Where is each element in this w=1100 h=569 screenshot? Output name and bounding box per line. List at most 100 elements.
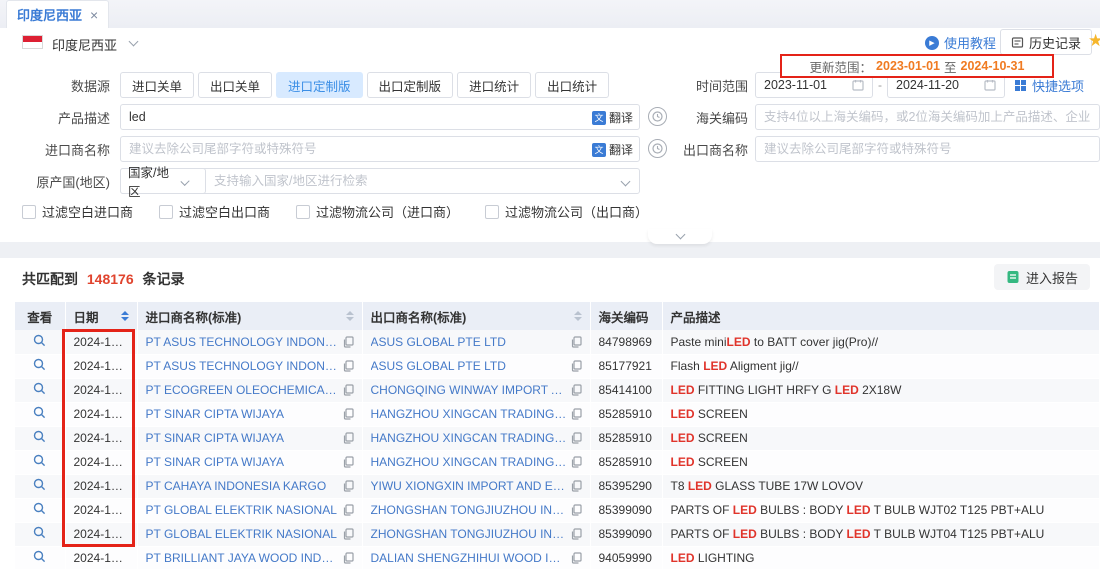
tab-import-custom[interactable]: 进口定制版 (276, 72, 363, 98)
header-view: 查看 (15, 302, 65, 330)
copy-icon[interactable] (343, 456, 354, 468)
sort-exporter-icon[interactable] (574, 311, 582, 321)
exporter-link[interactable]: DALIAN SHENGZHIHUI WOOD INDUST... (371, 551, 567, 565)
importer-link[interactable]: PT ECOGREEN OLEOCHEMICALS (146, 383, 339, 397)
exporter-link[interactable]: HANGZHOU XINGCAN TRADING CO LTD (371, 455, 567, 469)
copy-icon[interactable] (571, 408, 582, 420)
collapse-panel-handle[interactable] (648, 229, 712, 244)
quick-options-link[interactable]: 快捷选项 (1014, 76, 1084, 95)
tutorial-link[interactable]: ▶ 使用教程 (925, 33, 996, 52)
importer-link[interactable]: PT ASUS TECHNOLOGY INDONESIA BA... (146, 359, 339, 373)
exporter-link[interactable]: ASUS GLOBAL PTE LTD (371, 335, 506, 349)
view-magnifier-icon[interactable] (33, 502, 46, 515)
copy-icon[interactable] (571, 504, 582, 516)
importer-link[interactable]: PT SINAR CIPTA WIJAYA (146, 407, 284, 421)
copy-icon[interactable] (571, 480, 582, 492)
copy-icon[interactable] (343, 504, 354, 516)
tab-export-statistics[interactable]: 出口统计 (535, 72, 609, 98)
close-icon[interactable]: × (90, 8, 98, 22)
importer-link[interactable]: PT ASUS TECHNOLOGY INDONESIA BA... (146, 335, 339, 349)
table-row: 2024-10-31 PT ECOGREEN OLEOCHEMICALS CHO… (15, 378, 1100, 402)
copy-icon[interactable] (343, 552, 354, 564)
translate-button[interactable]: 文 翻译 (592, 141, 633, 158)
exporter-link[interactable]: CHONGQING WINWAY IMPORT AND E... (371, 383, 567, 397)
view-magnifier-icon[interactable] (33, 406, 46, 419)
view-magnifier-icon[interactable] (33, 550, 46, 563)
translate-button[interactable]: 文 翻译 (592, 109, 633, 126)
history-button[interactable]: 历史记录 (1000, 29, 1092, 55)
tab-import-declarations[interactable]: 进口关单 (120, 72, 194, 98)
copy-icon[interactable] (343, 408, 354, 420)
exporter-input[interactable] (755, 136, 1100, 162)
exporter-link[interactable]: HANGZHOU XINGCAN TRADING CO LTD (371, 431, 567, 445)
checkbox-icon (296, 205, 310, 219)
time-range-label: 时间范围 (640, 76, 748, 95)
copy-icon[interactable] (343, 432, 354, 444)
exporter-link[interactable]: ASUS GLOBAL PTE LTD (371, 359, 506, 373)
view-magnifier-icon[interactable] (33, 382, 46, 395)
view-magnifier-icon[interactable] (33, 358, 46, 371)
origin-control: 国家/地区 (120, 168, 640, 194)
importer-link[interactable]: PT CAHAYA INDONESIA KARGO (146, 479, 327, 493)
importer-link[interactable]: PT BRILLIANT JAYA WOOD INDUSTRY (146, 551, 339, 565)
tab-import-statistics[interactable]: 进口统计 (457, 72, 531, 98)
chevron-down-icon[interactable] (129, 37, 139, 47)
checkbox-label: 过滤空白进口商 (42, 202, 133, 221)
background-divider (0, 242, 1100, 258)
copy-icon[interactable] (343, 336, 354, 348)
origin-type-select[interactable]: 国家/地区 (120, 168, 206, 194)
chevron-down-icon[interactable] (621, 176, 631, 186)
checkbox-filter-blank-importer[interactable]: 过滤空白进口商 (22, 202, 133, 221)
exporter-link[interactable]: ZHONGSHAN TONGJIUZHOU INTERNA... (371, 527, 567, 541)
copy-icon[interactable] (571, 552, 582, 564)
copy-icon[interactable] (571, 384, 582, 396)
update-range-to-word: 至 (944, 57, 957, 76)
origin-search-input[interactable] (206, 174, 622, 188)
row-date: 2024-10-31 (65, 426, 137, 450)
tab-export-declarations[interactable]: 出口关单 (198, 72, 272, 98)
copy-icon[interactable] (343, 360, 354, 372)
importer-link[interactable]: PT SINAR CIPTA WIJAYA (146, 455, 284, 469)
star-icon[interactable]: ★ (1088, 31, 1100, 51)
checkbox-filter-logistics-importer[interactable]: 过滤物流公司（进口商） (296, 202, 459, 221)
row-description: Paste miniLED to BATT cover jig(Pro)// (662, 330, 1100, 354)
importer-link[interactable]: PT SINAR CIPTA WIJAYA (146, 431, 284, 445)
view-magnifier-icon[interactable] (33, 430, 46, 443)
copy-icon[interactable] (571, 456, 582, 468)
copy-icon[interactable] (343, 480, 354, 492)
sort-date-icon[interactable] (121, 311, 129, 321)
copy-icon[interactable] (571, 360, 582, 372)
importer-link[interactable]: PT GLOBAL ELEKTRIK NASIONAL (146, 527, 337, 541)
exporter-link[interactable]: YIWU XIONGXIN IMPORT AND EXPORT... (371, 479, 567, 493)
header-hs-code: 海关编码 (590, 302, 662, 330)
tab-indonesia[interactable]: 印度尼西亚 × (6, 0, 109, 28)
copy-icon[interactable] (571, 528, 582, 540)
sort-importer-icon[interactable] (346, 311, 354, 321)
origin-type-value: 国家/地区 (128, 162, 176, 200)
checkbox-icon (22, 205, 36, 219)
checkbox-filter-logistics-exporter[interactable]: 过滤物流公司（出口商） (485, 202, 648, 221)
exporter-link[interactable]: HANGZHOU XINGCAN TRADING CO LTD (371, 407, 567, 421)
row-date: 2024-10-31 (65, 378, 137, 402)
copy-icon[interactable] (343, 528, 354, 540)
hs-code-input[interactable] (755, 104, 1100, 130)
importer-input[interactable] (120, 136, 640, 162)
date-from-value: 2023-11-01 (764, 78, 846, 92)
tab-export-custom[interactable]: 出口定制版 (367, 72, 454, 98)
copy-icon[interactable] (571, 432, 582, 444)
row-description: LED SCREEN (662, 450, 1100, 474)
country-name: 印度尼西亚 (52, 35, 117, 54)
copy-icon[interactable] (343, 384, 354, 396)
enter-report-button[interactable]: 进入报告 (994, 264, 1090, 290)
checkbox-filter-blank-exporter[interactable]: 过滤空白出口商 (159, 202, 270, 221)
row-date: 2024-10-31 (65, 474, 137, 498)
exporter-link[interactable]: ZHONGSHAN TONGJIUZHOU INTERNA... (371, 503, 567, 517)
view-magnifier-icon[interactable] (33, 334, 46, 347)
importer-link[interactable]: PT GLOBAL ELEKTRIK NASIONAL (146, 503, 337, 517)
product-desc-input[interactable] (120, 104, 640, 130)
view-magnifier-icon[interactable] (33, 526, 46, 539)
copy-icon[interactable] (571, 336, 582, 348)
row-hs-code: 85395290 (590, 474, 662, 498)
view-magnifier-icon[interactable] (33, 478, 46, 491)
view-magnifier-icon[interactable] (33, 454, 46, 467)
